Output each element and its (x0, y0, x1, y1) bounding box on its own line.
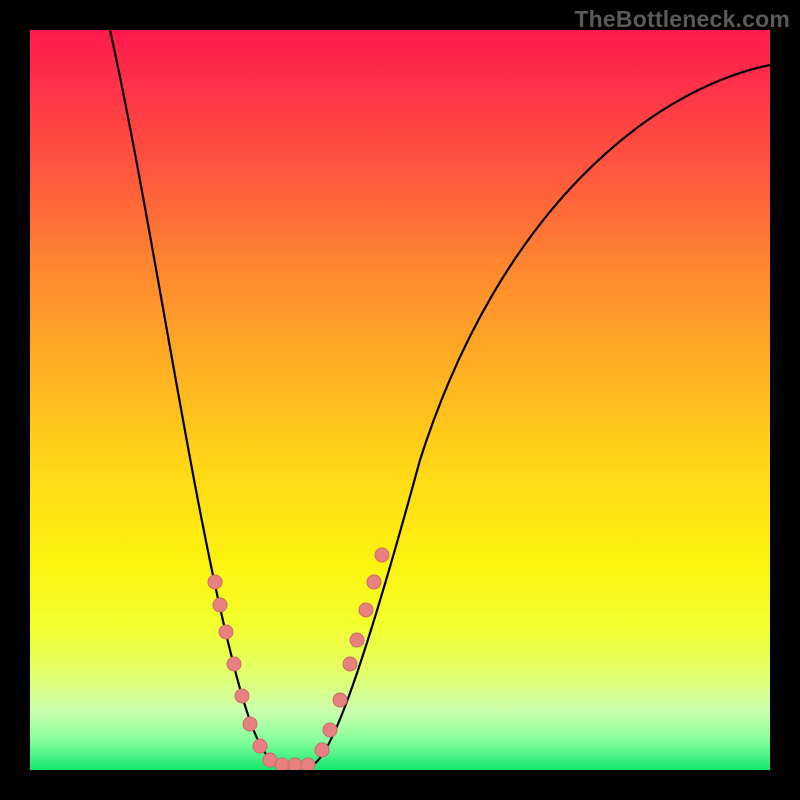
data-point (219, 625, 233, 639)
data-point (213, 598, 227, 612)
data-point (333, 693, 347, 707)
data-point (288, 758, 302, 770)
data-point (350, 633, 364, 647)
data-point (275, 758, 289, 770)
data-point (301, 758, 315, 770)
curve-svg (30, 30, 770, 770)
data-point (227, 657, 241, 671)
data-point (343, 657, 357, 671)
data-point (208, 575, 222, 589)
watermark-label: TheBottleneck.com (574, 6, 790, 33)
data-point (315, 743, 329, 757)
data-point (323, 723, 337, 737)
data-point (235, 689, 249, 703)
bottleneck-curve (110, 30, 770, 765)
data-point (243, 717, 257, 731)
chart-container: TheBottleneck.com (0, 0, 800, 800)
data-point (253, 739, 267, 753)
data-point (263, 753, 277, 767)
data-points-group (208, 548, 389, 770)
data-point (375, 548, 389, 562)
data-point (359, 603, 373, 617)
data-point (367, 575, 381, 589)
plot-area (30, 30, 770, 770)
